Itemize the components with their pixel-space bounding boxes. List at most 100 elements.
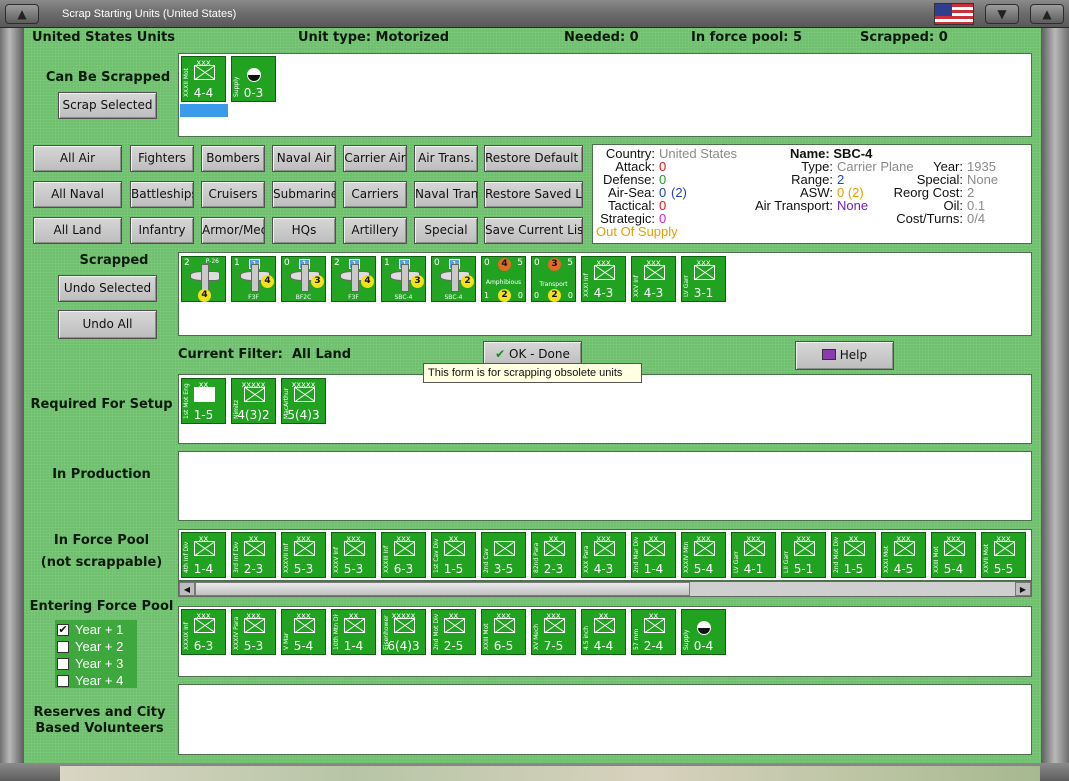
- unit-counter[interactable]: xxx V Mar 5-4: [281, 609, 326, 655]
- unit-counter[interactable]: xx 4th Inf Div 1-4: [181, 532, 226, 578]
- unit-counter[interactable]: xxx XXIII Mot 6-5: [481, 609, 526, 655]
- unit-counter[interactable]: xx 2nd Mot Div 1-5: [831, 532, 876, 578]
- scrap-selected-button[interactable]: Scrap Selected: [58, 92, 157, 119]
- unit-symbol-icon: [394, 618, 415, 633]
- unit-counter[interactable]: xxx XXXII Mot 4-4: [181, 56, 226, 102]
- year-1-checkbox[interactable]: ✔: [57, 624, 69, 636]
- filter-bombers[interactable]: Bombers: [201, 145, 265, 172]
- unit-type-label: Unit type: Motorized: [298, 30, 450, 45]
- unit-counter[interactable]: xxx LII Garr 5-1: [781, 532, 826, 578]
- unit-counter[interactable]: xxx XXXIV Para 5-3: [231, 609, 276, 655]
- unit-counter[interactable]: Supply 0-4: [681, 609, 726, 655]
- unit-symbol-icon: [344, 618, 365, 633]
- unit-counter[interactable]: xxx XXV Inf 4-3: [631, 256, 676, 302]
- unit-counter[interactable]: Supply 0-3: [231, 56, 276, 102]
- unit-counter[interactable]: xxx XXX Para 4-3: [581, 532, 626, 578]
- air-unit-counter[interactable]: 2 P-26 4: [181, 256, 226, 302]
- unit-counter[interactable]: xxx LV Garr 3-1: [681, 256, 726, 302]
- filter-fighters[interactable]: Fighters: [130, 145, 194, 172]
- year-3-checkbox[interactable]: [57, 658, 69, 670]
- air-unit-counter[interactable]: 0 1 2 SBC-4: [431, 256, 476, 302]
- cost-label: Cost/Turns:: [896, 211, 963, 226]
- filter-naval-air[interactable]: Naval Air: [272, 145, 336, 172]
- filter-all-land[interactable]: All Land: [33, 217, 122, 244]
- window-menu-button[interactable]: ▲: [5, 4, 39, 24]
- force-pool-scrollbar[interactable]: ◀ ▶: [178, 581, 1032, 597]
- unit-symbol-icon: [294, 618, 315, 633]
- map-strip: [60, 766, 1040, 781]
- unit-counter[interactable]: xxx XXXVII Inf 5-3: [281, 532, 326, 578]
- supply-status: Out Of Supply: [596, 224, 678, 239]
- unit-counter[interactable]: xxx XXXI Inf 4-3: [581, 256, 626, 302]
- hq-unit-counter[interactable]: xxxxx MacArthur 5(4)3: [281, 378, 326, 424]
- filter-carriers[interactable]: Carriers: [343, 181, 407, 208]
- filter-armor-mech[interactable]: Armor/Mech: [201, 217, 265, 244]
- filter-air-trans[interactable]: Air Trans.: [414, 145, 478, 172]
- unit-counter[interactable]: xxx LV Garr 4-1: [731, 532, 776, 578]
- required-for-setup-box: xx 1st Mot Eng 1-5 xxxxx Nimitz 4(3)2 xx…: [178, 374, 1032, 444]
- unit-counter[interactable]: xx 4.5 inch 4-4: [581, 609, 626, 655]
- unit-counter[interactable]: xx 82nd Para 2-3: [531, 532, 576, 578]
- unit-counter[interactable]: xx 57 mm 2-4: [631, 609, 676, 655]
- not-scrappable-label: (not scrappable): [40, 555, 163, 570]
- year-2-checkbox[interactable]: [57, 641, 69, 653]
- unit-counter[interactable]: xxx XV Mech 7-5: [531, 609, 576, 655]
- minimize-button[interactable]: ▼: [985, 4, 1019, 24]
- unit-counter[interactable]: xxxxx Eisenhower 6(4)3: [381, 609, 426, 655]
- undo-selected-button[interactable]: Undo Selected: [58, 275, 157, 302]
- unit-counter[interactable]: xxx XXXIII Inf 6-3: [381, 532, 426, 578]
- scroll-right-icon[interactable]: ▶: [1015, 582, 1031, 596]
- window-title: Scrap Starting Units (United States): [62, 8, 237, 20]
- naval-unit-counter[interactable]: 0 4 5 Amphibious 1 2 0: [481, 256, 526, 302]
- unit-counter[interactable]: xx 3rd Inf Div 2-3: [231, 532, 276, 578]
- filter-special[interactable]: Special: [414, 217, 478, 244]
- unit-symbol-icon: [544, 618, 565, 633]
- air-unit-counter[interactable]: 1 1 3 SBC-4: [381, 256, 426, 302]
- undo-all-button[interactable]: Undo All: [58, 310, 157, 339]
- unit-counter[interactable]: xx 1st Mot Eng 1-5: [181, 378, 226, 424]
- unit-info-panel: Country: United States Attack: 0 Defense…: [592, 144, 1032, 244]
- unit-symbol-icon: [994, 541, 1015, 556]
- unit-counter[interactable]: xx 2nd Mar Div 1-4: [631, 532, 676, 578]
- filter-carrier-air[interactable]: Carrier Air: [343, 145, 407, 172]
- filter-cruisers[interactable]: Cruisers: [201, 181, 265, 208]
- save-current-list-button[interactable]: Save Current List: [484, 217, 583, 244]
- can-be-scrapped-box: xxx XXXII Mot 4-4 Supply 0-3: [178, 53, 1032, 137]
- filter-all-air[interactable]: All Air: [33, 145, 122, 172]
- unit-counter[interactable]: xxx XXVII Mot 5-5: [981, 532, 1026, 578]
- air-unit-counter[interactable]: 2 1 4 F3F: [331, 256, 376, 302]
- unit-counter[interactable]: xx 2nd Mot Div 2-5: [431, 609, 476, 655]
- unit-counter[interactable]: xxx XXXI Mot 4-5: [881, 532, 926, 578]
- filter-submarines[interactable]: Submarines: [272, 181, 336, 208]
- scroll-thumb[interactable]: [195, 582, 690, 596]
- restore-button[interactable]: ▲: [1030, 4, 1064, 24]
- title-bar: ▲ Scrap Starting Units (United States) ▼…: [0, 0, 1069, 28]
- unit-counter[interactable]: 2nd Cav 3-5: [481, 532, 526, 578]
- naval-unit-counter[interactable]: 0 3 5 Transport 0 2 0: [531, 256, 576, 302]
- unit-counter[interactable]: xxx XXXIV Mtn 5-4: [681, 532, 726, 578]
- filter-artillery[interactable]: Artillery: [343, 217, 407, 244]
- unit-counter[interactable]: xx 10th Mtn Div 1-4: [331, 609, 376, 655]
- year-4-checkbox[interactable]: [57, 675, 69, 687]
- filter-infantry[interactable]: Infantry: [130, 217, 194, 244]
- unit-counter[interactable]: xx 1st Cav Div 1-5: [431, 532, 476, 578]
- unit-counter[interactable]: xxx XXXV Inf 5-3: [331, 532, 376, 578]
- scroll-left-icon[interactable]: ◀: [179, 582, 195, 596]
- hq-unit-counter[interactable]: xxxxx Nimitz 4(3)2: [231, 378, 276, 424]
- unit-counter[interactable]: xxx XXIII Mot 5-4: [931, 532, 976, 578]
- air-unit-counter[interactable]: 1 1 4 F3F: [231, 256, 276, 302]
- restore-default-list-button[interactable]: Restore Default List: [484, 145, 583, 172]
- unit-counter[interactable]: xxx XXXIX Inf 6-3: [181, 609, 226, 655]
- help-button[interactable]: Help: [795, 341, 894, 370]
- filter-battleships[interactable]: Battleships: [130, 181, 194, 208]
- filter-naval-trans[interactable]: Naval Trans.: [414, 181, 478, 208]
- restore-saved-list-button[interactable]: Restore Saved List: [484, 181, 583, 208]
- filter-all-naval[interactable]: All Naval: [33, 181, 122, 208]
- entering-force-pool-label: Entering Force Pool: [29, 599, 174, 614]
- unit-symbol-icon: [394, 541, 415, 556]
- filter-hqs[interactable]: HQs: [272, 217, 336, 244]
- air-unit-counter[interactable]: 0 1 3 BF2C: [281, 256, 326, 302]
- scrapped-box: 2 P-26 4 1 1 4 F3F 0 1 3 BF2C 2 1 4 F3F …: [178, 252, 1032, 336]
- unit-symbol-icon: [444, 618, 465, 633]
- year-4-label: Year + 4: [75, 673, 124, 688]
